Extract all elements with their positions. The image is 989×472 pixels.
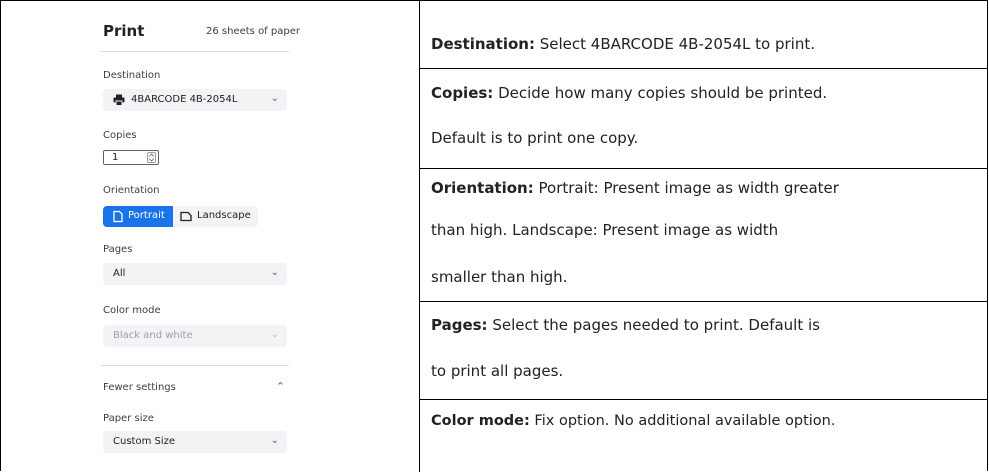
color-mode-select: Black and white ⌄ [103,325,287,347]
page-portrait-icon [113,210,123,223]
settings-divider [101,365,289,366]
orientation-label: Orientation [103,185,160,196]
sheet-count: 26 sheets of paper [206,26,300,37]
print-dialog-screenshot: Print 26 sheets of paper Destination 4BA… [1,1,420,472]
header-divider [101,51,289,52]
destination-term: Destination: [431,35,535,53]
destination-value: 4BARCODE 4B-2054L [131,94,238,105]
portrait-label: Portrait [128,210,165,221]
chevron-down-icon: ⌄ [270,93,279,104]
copies-value: 1 [112,152,119,163]
chevron-down-icon: ⌄ [270,329,279,340]
orientation-description: Orientation: Portrait: Present image as … [420,168,988,301]
chevron-down-icon: ⌄ [270,267,279,278]
chevron-down-icon: ⌄ [270,435,279,446]
pages-text-line2: to print all pages. [431,362,564,380]
print-title: Print [103,22,145,40]
copies-text: Decide how many copies should be printed… [493,84,828,102]
fewer-settings-label: Fewer settings [103,382,176,393]
pages-term: Pages: [431,316,488,334]
copies-term: Copies: [431,84,494,102]
fewer-settings-toggle[interactable]: Fewer settings ⌃ [103,380,287,396]
color-mode-term: Color mode: [431,413,530,429]
pages-description: Pages: Select the pages needed to print.… [420,301,988,399]
printer-icon [113,94,125,106]
document-table: Print 26 sheets of paper Destination 4BA… [0,0,988,472]
orientation-text: Portrait: Present image as width greater [533,179,839,197]
page-landscape-icon [180,211,192,222]
color-mode-label: Color mode [103,305,161,316]
pages-select[interactable]: All ⌄ [103,263,287,285]
pages-value: All [113,268,126,279]
destination-select[interactable]: 4BARCODE 4B-2054L ⌄ [103,89,287,111]
paper-size-value: Custom Size [113,436,176,447]
portrait-button[interactable]: Portrait [103,206,173,227]
copies-description: Copies: Decide how many copies should be… [420,68,988,168]
pages-label: Pages [103,244,133,255]
landscape-label: Landscape [197,210,251,221]
color-mode-value: Black and white [113,330,193,341]
orientation-text-line2: than high. Landscape: Present image as w… [431,221,779,239]
orientation-text-line3: smaller than high. [431,268,568,286]
landscape-button[interactable]: Landscape [173,206,258,227]
stepper-arrows-icon[interactable] [147,152,156,163]
pages-text: Select the pages needed to print. Defaul… [487,316,820,334]
copies-label: Copies [103,130,137,141]
paper-size-label: Paper size [103,413,154,424]
orientation-term: Orientation: [431,179,534,197]
paper-size-select[interactable]: Custom Size ⌄ [103,431,287,453]
destination-description: Destination: Select 4BARCODE 4B-2054L to… [420,1,988,68]
destination-text: Select 4BARCODE 4B-2054L to print. [534,35,816,53]
copies-stepper[interactable]: 1 [103,150,159,165]
chevron-up-icon: ⌃ [275,380,285,393]
copies-text-line2: Default is to print one copy. [431,129,639,147]
description-column: Destination: Select 4BARCODE 4B-2054L to… [420,1,988,472]
destination-label: Destination [103,70,161,81]
color-mode-text: Fix option. No additional available opti… [529,413,836,429]
color-mode-description: Color mode: Fix option. No additional av… [420,399,988,472]
